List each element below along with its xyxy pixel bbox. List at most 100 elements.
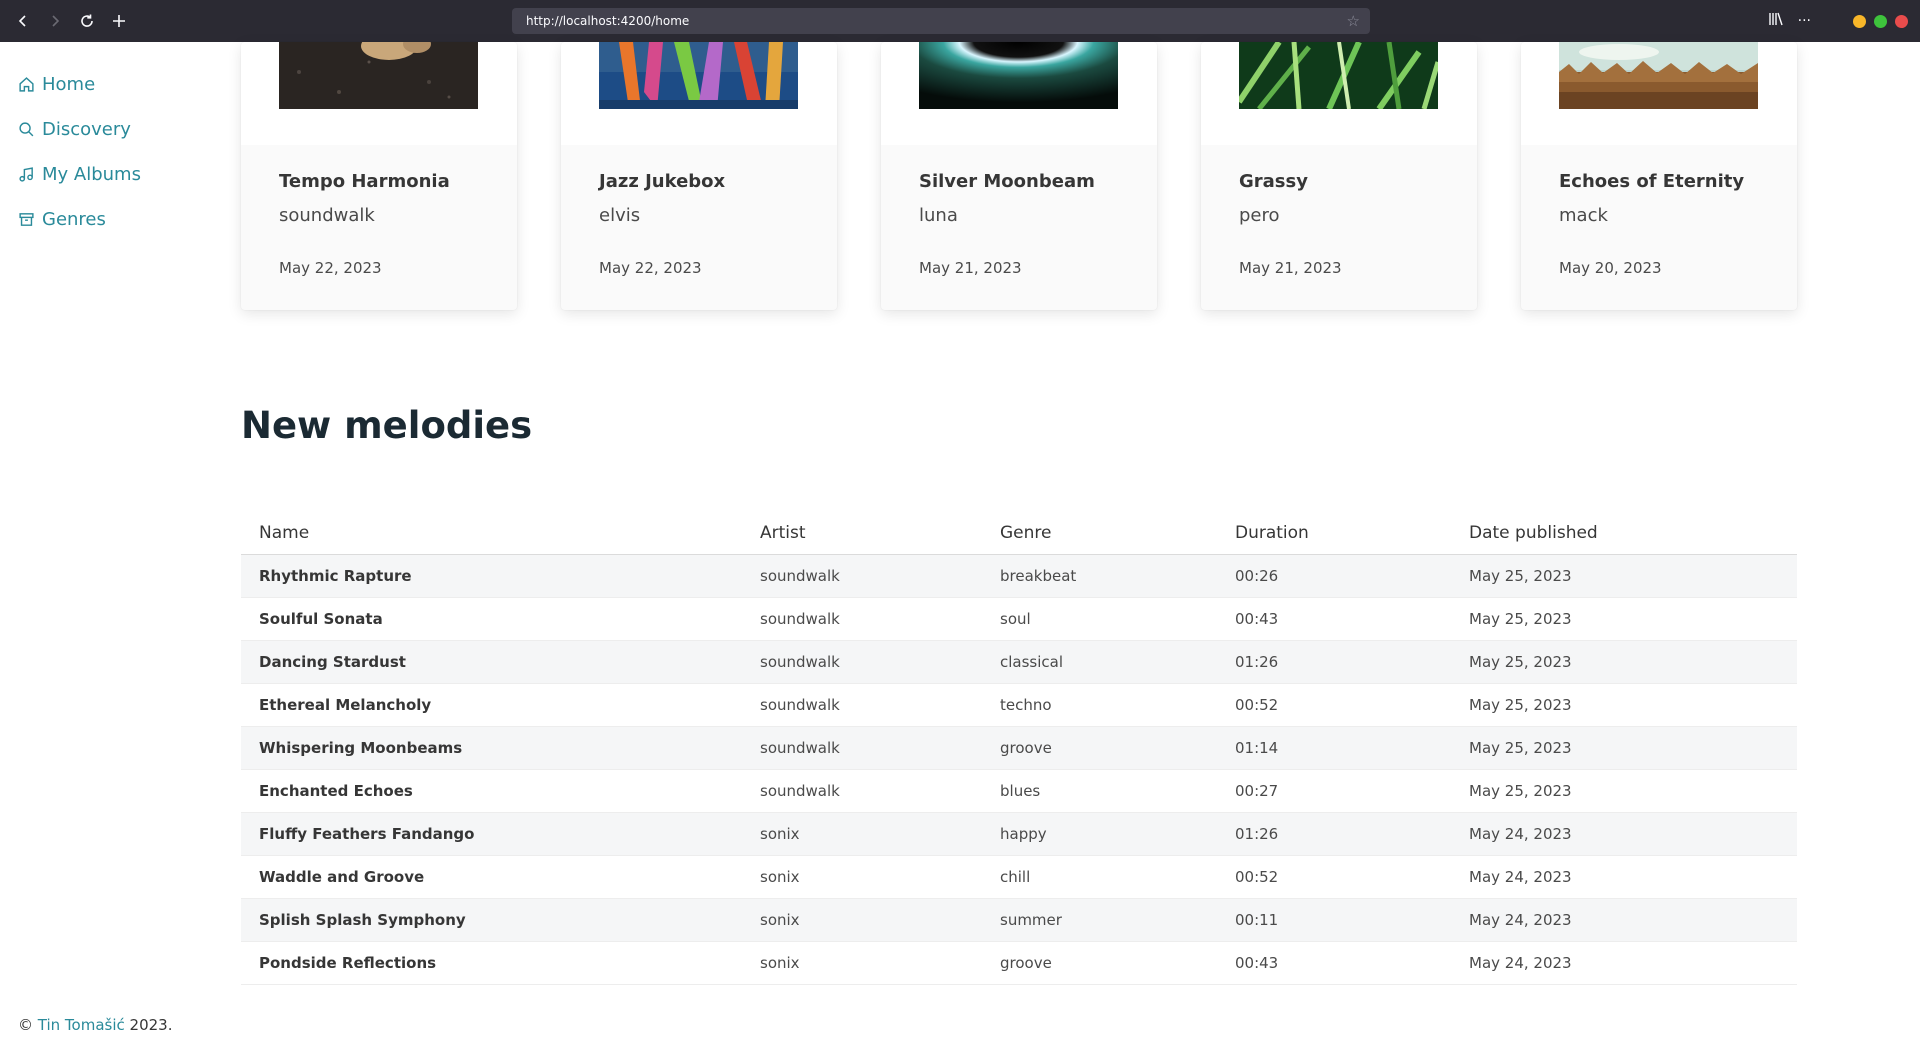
- cell-genre: blues: [982, 769, 1217, 813]
- url-text: http://localhost:4200/home: [526, 14, 690, 28]
- album-card[interactable]: Grassy pero May 21, 2023: [1201, 42, 1477, 310]
- sidebar: Home Discovery My Albums Genres: [0, 42, 220, 242]
- cell-duration: 01:14: [1217, 726, 1451, 770]
- cell-artist: soundwalk: [742, 683, 982, 727]
- table-row[interactable]: Waddle and Groove sonix chill 00:52 May …: [241, 855, 1797, 899]
- album-artist: soundwalk: [279, 205, 375, 226]
- cell-artist: soundwalk: [742, 769, 982, 813]
- window-controls: [1853, 14, 1908, 28]
- album-artist: luna: [919, 205, 958, 226]
- cell-date: May 25, 2023: [1451, 683, 1797, 727]
- column-header-name[interactable]: Name: [241, 512, 742, 555]
- cell-name[interactable]: Pondside Reflections: [241, 941, 742, 985]
- cell-duration: 00:26: [1217, 554, 1451, 598]
- column-header-date-published[interactable]: Date published: [1451, 512, 1797, 555]
- menu-ellipsis-icon[interactable]: ···: [1798, 13, 1811, 29]
- album-date: May 22, 2023: [279, 259, 382, 277]
- cell-date: May 24, 2023: [1451, 812, 1797, 856]
- cell-name[interactable]: Waddle and Groove: [241, 855, 742, 899]
- sidebar-item-my-albums[interactable]: My Albums: [0, 152, 220, 197]
- footer: © Tin Tomašić 2023.: [18, 1016, 172, 1034]
- sidebar-item-label: Discovery: [42, 119, 131, 140]
- forward-button[interactable]: [40, 6, 70, 36]
- author-link[interactable]: Tin Tomašić: [38, 1016, 125, 1034]
- cell-name[interactable]: Fluffy Feathers Fandango: [241, 812, 742, 856]
- toolbar-right: ···: [1768, 0, 1908, 42]
- table-row[interactable]: Ethereal Melancholy soundwalk techno 00:…: [241, 683, 1797, 727]
- sidebar-item-home[interactable]: Home: [0, 62, 220, 107]
- cell-date: May 25, 2023: [1451, 640, 1797, 684]
- sidebar-item-discovery[interactable]: Discovery: [0, 107, 220, 152]
- cell-name[interactable]: Enchanted Echoes: [241, 769, 742, 813]
- cell-genre: happy: [982, 812, 1217, 856]
- table-row[interactable]: Dancing Stardust soundwalk classical 01:…: [241, 640, 1797, 684]
- cell-artist: soundwalk: [742, 726, 982, 770]
- table-row[interactable]: Rhythmic Rapture soundwalk breakbeat 00:…: [241, 554, 1797, 598]
- reload-button[interactable]: [72, 6, 102, 36]
- url-bar[interactable]: http://localhost:4200/home ☆: [512, 8, 1370, 34]
- cell-duration: 00:27: [1217, 769, 1451, 813]
- cell-name[interactable]: Rhythmic Rapture: [241, 554, 742, 598]
- chevron-right-icon: [52, 15, 60, 27]
- bookmark-star-icon[interactable]: ☆: [1347, 12, 1360, 30]
- album-card[interactable]: Tempo Harmonia soundwalk May 22, 2023: [241, 42, 517, 310]
- album-date: May 21, 2023: [1239, 259, 1342, 277]
- browser-toolbar: http://localhost:4200/home ☆ ···: [0, 0, 1920, 42]
- album-card[interactable]: Echoes of Eternity mack May 20, 2023: [1521, 42, 1797, 310]
- cell-date: May 25, 2023: [1451, 769, 1797, 813]
- sidebar-item-label: Genres: [42, 209, 106, 230]
- cell-name[interactable]: Ethereal Melancholy: [241, 683, 742, 727]
- album-date: May 21, 2023: [919, 259, 1022, 277]
- cell-genre: summer: [982, 898, 1217, 942]
- table-row[interactable]: Enchanted Echoes soundwalk blues 00:27 M…: [241, 769, 1797, 813]
- maximize-button[interactable]: [1874, 14, 1887, 28]
- column-header-duration[interactable]: Duration: [1217, 512, 1451, 555]
- album-title: Grassy: [1239, 171, 1308, 192]
- cell-genre: classical: [982, 640, 1217, 684]
- cell-name[interactable]: Whispering Moonbeams: [241, 726, 742, 770]
- copyright-year: 2023.: [129, 1016, 173, 1034]
- cell-genre: breakbeat: [982, 554, 1217, 598]
- nav-buttons: [8, 6, 134, 36]
- cell-date: May 24, 2023: [1451, 898, 1797, 942]
- cell-name[interactable]: Dancing Stardust: [241, 640, 742, 684]
- library-icon[interactable]: [1768, 12, 1784, 30]
- cell-name[interactable]: Soulful Sonata: [241, 597, 742, 641]
- reload-icon: [81, 14, 93, 27]
- album-date: May 20, 2023: [1559, 259, 1662, 277]
- album-cover-image: [1239, 42, 1438, 109]
- table-row[interactable]: Soulful Sonata soundwalk soul 00:43 May …: [241, 597, 1797, 641]
- album-artist: pero: [1239, 205, 1280, 226]
- close-button[interactable]: [1895, 14, 1908, 28]
- album-title: Silver Moonbeam: [919, 171, 1095, 192]
- cell-name[interactable]: Splish Splash Symphony: [241, 898, 742, 942]
- cell-date: May 24, 2023: [1451, 941, 1797, 985]
- cell-duration: 00:52: [1217, 683, 1451, 727]
- table-header-row: Name Artist Genre Duration Date publishe…: [241, 512, 1797, 555]
- cell-genre: groove: [982, 941, 1217, 985]
- back-button[interactable]: [8, 6, 38, 36]
- album-artist: elvis: [599, 205, 641, 226]
- minimize-button[interactable]: [1853, 14, 1866, 28]
- cell-date: May 25, 2023: [1451, 554, 1797, 598]
- column-header-artist[interactable]: Artist: [742, 512, 982, 555]
- music-note-icon: [18, 166, 42, 183]
- table-row[interactable]: Splish Splash Symphony sonix summer 00:1…: [241, 898, 1797, 942]
- cell-date: May 25, 2023: [1451, 597, 1797, 641]
- cell-duration: 00:11: [1217, 898, 1451, 942]
- table-row[interactable]: Pondside Reflections sonix groove 00:43 …: [241, 941, 1797, 985]
- table-row[interactable]: Whispering Moonbeams soundwalk groove 01…: [241, 726, 1797, 770]
- sidebar-item-genres[interactable]: Genres: [0, 197, 220, 242]
- column-header-genre[interactable]: Genre: [982, 512, 1217, 555]
- chevron-left-icon: [18, 15, 26, 27]
- album-title: Jazz Jukebox: [599, 171, 726, 192]
- archive-icon: [18, 211, 42, 228]
- cell-artist: soundwalk: [742, 640, 982, 684]
- album-card[interactable]: Jazz Jukebox elvis May 22, 2023: [561, 42, 837, 310]
- album-card[interactable]: Silver Moonbeam luna May 21, 2023: [881, 42, 1157, 310]
- new-tab-button[interactable]: [104, 6, 134, 36]
- album-artist: mack: [1559, 205, 1608, 226]
- table-row[interactable]: Fluffy Feathers Fandango sonix happy 01:…: [241, 812, 1797, 856]
- cell-artist: sonix: [742, 855, 982, 899]
- cell-genre: chill: [982, 855, 1217, 899]
